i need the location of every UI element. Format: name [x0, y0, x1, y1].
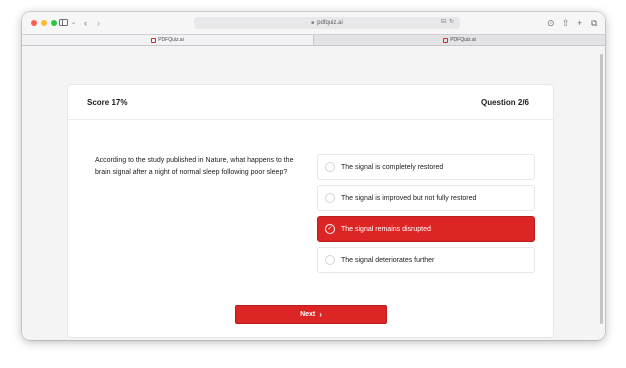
answer-option[interactable]: The signal is completely restored: [317, 154, 535, 180]
close-window-button[interactable]: [31, 20, 37, 26]
chevron-down-icon[interactable]: ⌄: [71, 17, 76, 29]
translate-icon[interactable]: ⊟: [441, 18, 446, 25]
answer-option[interactable]: The signal is improved but not fully res…: [317, 185, 535, 211]
answer-option-label: The signal deteriorates further: [341, 256, 435, 264]
tab-bar: PDFQuiz.ai PDFQuiz.ai: [22, 34, 605, 46]
radio-icon: [325, 193, 335, 203]
question-text: According to the study published in Natu…: [95, 157, 294, 176]
pdfquiz-favicon-icon: [151, 37, 157, 43]
address-bar-tools: ⊟ ↻: [441, 18, 454, 25]
sidebar-toggle-icon[interactable]: [59, 19, 68, 26]
page-viewport: Score 17% Question 2/6 According to the …: [22, 46, 605, 340]
minimize-window-button[interactable]: [41, 20, 47, 26]
answer-option-label: The signal is improved but not fully res…: [341, 194, 477, 202]
answer-options: The signal is completely restored The si…: [317, 154, 535, 278]
address-bar[interactable]: ■ pdfquiz.ai ⊟ ↻: [194, 17, 460, 29]
tab-label: PDFQuiz.ai: [450, 37, 476, 43]
lock-icon: ■: [311, 20, 315, 26]
answer-option-label: The signal remains disrupted: [341, 225, 431, 233]
answer-option-label: The signal is completely restored: [341, 163, 444, 171]
next-button[interactable]: Next ›: [235, 305, 387, 324]
radio-icon: [325, 162, 335, 172]
download-icon[interactable]: ⊙: [547, 17, 555, 29]
score-label: Score 17%: [87, 97, 128, 107]
radio-icon: [325, 255, 335, 265]
quiz-card: Score 17% Question 2/6 According to the …: [67, 84, 554, 338]
title-bar: ⌄ ‹ › ■ pdfquiz.ai ⊟ ↻ ⊙ ⇧ + ⧉: [22, 12, 605, 34]
pdfquiz-favicon-icon: [443, 37, 449, 43]
tab-pdfquiz-2[interactable]: PDFQuiz.ai: [313, 35, 605, 45]
browser-window: ⌄ ‹ › ■ pdfquiz.ai ⊟ ↻ ⊙ ⇧ + ⧉ PDFQuiz.a…: [22, 12, 605, 340]
new-tab-icon[interactable]: +: [577, 17, 582, 29]
next-button-label: Next: [300, 311, 316, 318]
answer-option[interactable]: The signal deteriorates further: [317, 247, 535, 273]
tab-pdfquiz-1[interactable]: PDFQuiz.ai: [22, 35, 313, 45]
quiz-header: Score 17% Question 2/6: [68, 85, 553, 120]
share-icon[interactable]: ⇧: [562, 17, 570, 29]
question-counter: Question 2/6: [480, 97, 529, 107]
chevron-right-icon: ›: [319, 310, 322, 319]
zoom-window-button[interactable]: [51, 20, 57, 26]
reload-icon[interactable]: ↻: [449, 18, 454, 25]
tabs-overview-icon[interactable]: ⧉: [591, 17, 597, 29]
forward-button[interactable]: ›: [97, 17, 100, 29]
scrollbar[interactable]: [600, 54, 603, 324]
tab-label: PDFQuiz.ai: [158, 37, 184, 43]
answer-option-selected[interactable]: ✓ The signal remains disrupted: [317, 216, 535, 242]
check-circle-icon: ✓: [325, 224, 335, 234]
url-text: pdfquiz.ai: [317, 20, 343, 26]
back-button[interactable]: ‹: [84, 17, 87, 29]
traffic-lights: [31, 20, 57, 26]
